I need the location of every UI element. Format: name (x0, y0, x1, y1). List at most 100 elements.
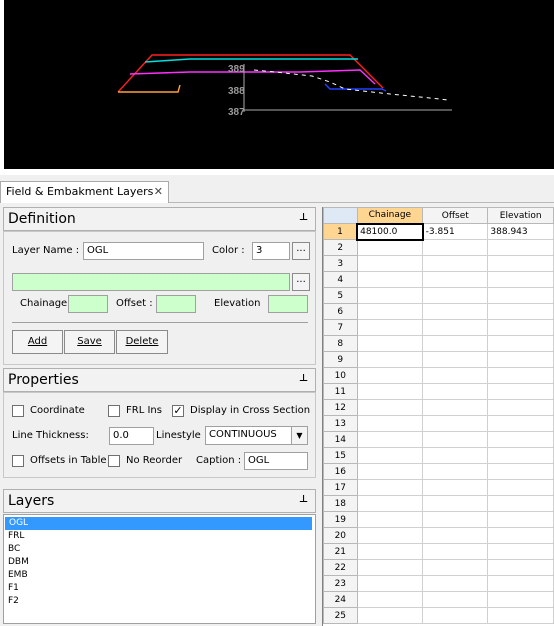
chainage-input[interactable] (68, 295, 108, 313)
cell-elevation[interactable] (487, 303, 554, 320)
cell-elevation[interactable] (487, 559, 554, 576)
pin-icon[interactable]: ⊥ (299, 494, 308, 505)
cell-offset[interactable] (422, 575, 489, 592)
offsets-in-table-checkbox[interactable] (12, 455, 24, 467)
table-row[interactable]: 21 (323, 543, 554, 560)
select-all-corner[interactable] (323, 207, 358, 224)
cell-elevation[interactable] (487, 351, 554, 368)
cell-offset[interactable] (422, 607, 489, 624)
cell-offset[interactable] (422, 543, 489, 560)
cell-chainage[interactable] (356, 463, 424, 480)
row-header[interactable]: 10 (323, 367, 358, 384)
linestyle-select[interactable]: CONTINUOUS ▼ (205, 426, 308, 445)
cell-chainage[interactable] (356, 495, 424, 512)
description-browse-button[interactable]: ... (292, 273, 310, 291)
cell-elevation[interactable] (487, 543, 554, 560)
cell-elevation[interactable] (487, 367, 554, 384)
cell-elevation[interactable] (487, 495, 554, 512)
cell-offset[interactable] (422, 287, 489, 304)
cell-chainage[interactable] (356, 527, 424, 544)
row-header[interactable]: 21 (323, 543, 358, 560)
frl-ins-checkbox[interactable] (108, 405, 120, 417)
table-row[interactable]: 18 (323, 495, 554, 512)
row-header[interactable]: 12 (323, 399, 358, 416)
close-icon[interactable]: ✕ (154, 185, 163, 198)
cell-offset[interactable] (422, 399, 489, 416)
cross-section-canvas[interactable]: 389 388 387 (0, 0, 554, 175)
elevation-input[interactable] (268, 295, 308, 313)
layer-item-frl[interactable]: FRL (4, 530, 315, 543)
layer-item-ogl[interactable]: OGL (5, 517, 312, 530)
row-header[interactable]: 24 (323, 591, 358, 608)
offset-input[interactable] (156, 295, 196, 313)
chevron-down-icon[interactable]: ▼ (291, 427, 307, 444)
cell-elevation[interactable] (487, 431, 554, 448)
cell-offset[interactable] (422, 559, 489, 576)
table-row[interactable]: 25 (323, 607, 554, 624)
cell-elevation[interactable] (487, 383, 554, 400)
row-header[interactable]: 19 (323, 511, 358, 528)
cell-offset[interactable]: -3.851 (422, 223, 489, 240)
cell-chainage[interactable] (356, 351, 424, 368)
cell-chainage[interactable]: 48100.0 (356, 222, 424, 241)
cell-chainage[interactable] (356, 287, 424, 304)
layer-item-bc[interactable]: BC (4, 543, 315, 556)
row-header[interactable]: 3 (323, 255, 358, 272)
row-header[interactable]: 20 (323, 527, 358, 544)
table-row[interactable]: 16 (323, 463, 554, 480)
row-header[interactable]: 5 (323, 287, 358, 304)
cell-offset[interactable] (422, 591, 489, 608)
row-header[interactable]: 25 (323, 607, 358, 624)
cell-elevation[interactable] (487, 463, 554, 480)
cell-offset[interactable] (422, 415, 489, 432)
cell-chainage[interactable] (356, 303, 424, 320)
delete-button[interactable]: Delete (116, 330, 168, 354)
cell-chainage[interactable] (356, 239, 424, 256)
cell-elevation[interactable] (487, 527, 554, 544)
layer-item-dbm[interactable]: DBM (4, 556, 315, 569)
line-thickness-input[interactable]: 0.0 (109, 427, 154, 445)
cell-elevation[interactable] (487, 447, 554, 464)
cell-chainage[interactable] (356, 319, 424, 336)
table-row[interactable]: 19 (323, 511, 554, 528)
cell-offset[interactable] (422, 303, 489, 320)
cell-offset[interactable] (422, 495, 489, 512)
cell-offset[interactable] (422, 527, 489, 544)
cell-elevation[interactable] (487, 239, 554, 256)
cell-offset[interactable] (422, 351, 489, 368)
cell-chainage[interactable] (356, 447, 424, 464)
layers-list[interactable]: OGL FRL BC DBM EMB F1 F2 (3, 514, 316, 624)
table-row[interactable]: 14 (323, 431, 554, 448)
color-input[interactable]: 3 (252, 242, 290, 260)
cell-elevation[interactable] (487, 607, 554, 624)
cell-offset[interactable] (422, 447, 489, 464)
caption-input[interactable]: OGL (244, 452, 308, 470)
cell-elevation[interactable] (487, 511, 554, 528)
layer-name-input[interactable]: OGL (83, 242, 204, 260)
cell-elevation[interactable] (487, 271, 554, 288)
coordinate-checkbox[interactable] (12, 405, 24, 417)
cell-offset[interactable] (422, 367, 489, 384)
row-header[interactable]: 11 (323, 383, 358, 400)
table-row[interactable]: 15 (323, 447, 554, 464)
layer-item-emb[interactable]: EMB (4, 569, 315, 582)
table-row[interactable]: 9 (323, 351, 554, 368)
cell-chainage[interactable] (356, 383, 424, 400)
row-header[interactable]: 4 (323, 271, 358, 288)
table-row[interactable]: 17 (323, 479, 554, 496)
cell-chainage[interactable] (356, 399, 424, 416)
cell-elevation[interactable] (487, 575, 554, 592)
row-header[interactable]: 8 (323, 335, 358, 352)
row-header[interactable]: 9 (323, 351, 358, 368)
layer-item-f2[interactable]: F2 (4, 595, 315, 608)
table-row[interactable]: 3 (323, 255, 554, 272)
row-header[interactable]: 15 (323, 447, 358, 464)
cell-chainage[interactable] (356, 415, 424, 432)
table-row[interactable]: 5 (323, 287, 554, 304)
cell-offset[interactable] (422, 463, 489, 480)
cell-chainage[interactable] (356, 575, 424, 592)
cell-offset[interactable] (422, 271, 489, 288)
table-row[interactable]: 11 (323, 383, 554, 400)
cell-chainage[interactable] (356, 559, 424, 576)
cell-elevation[interactable] (487, 399, 554, 416)
